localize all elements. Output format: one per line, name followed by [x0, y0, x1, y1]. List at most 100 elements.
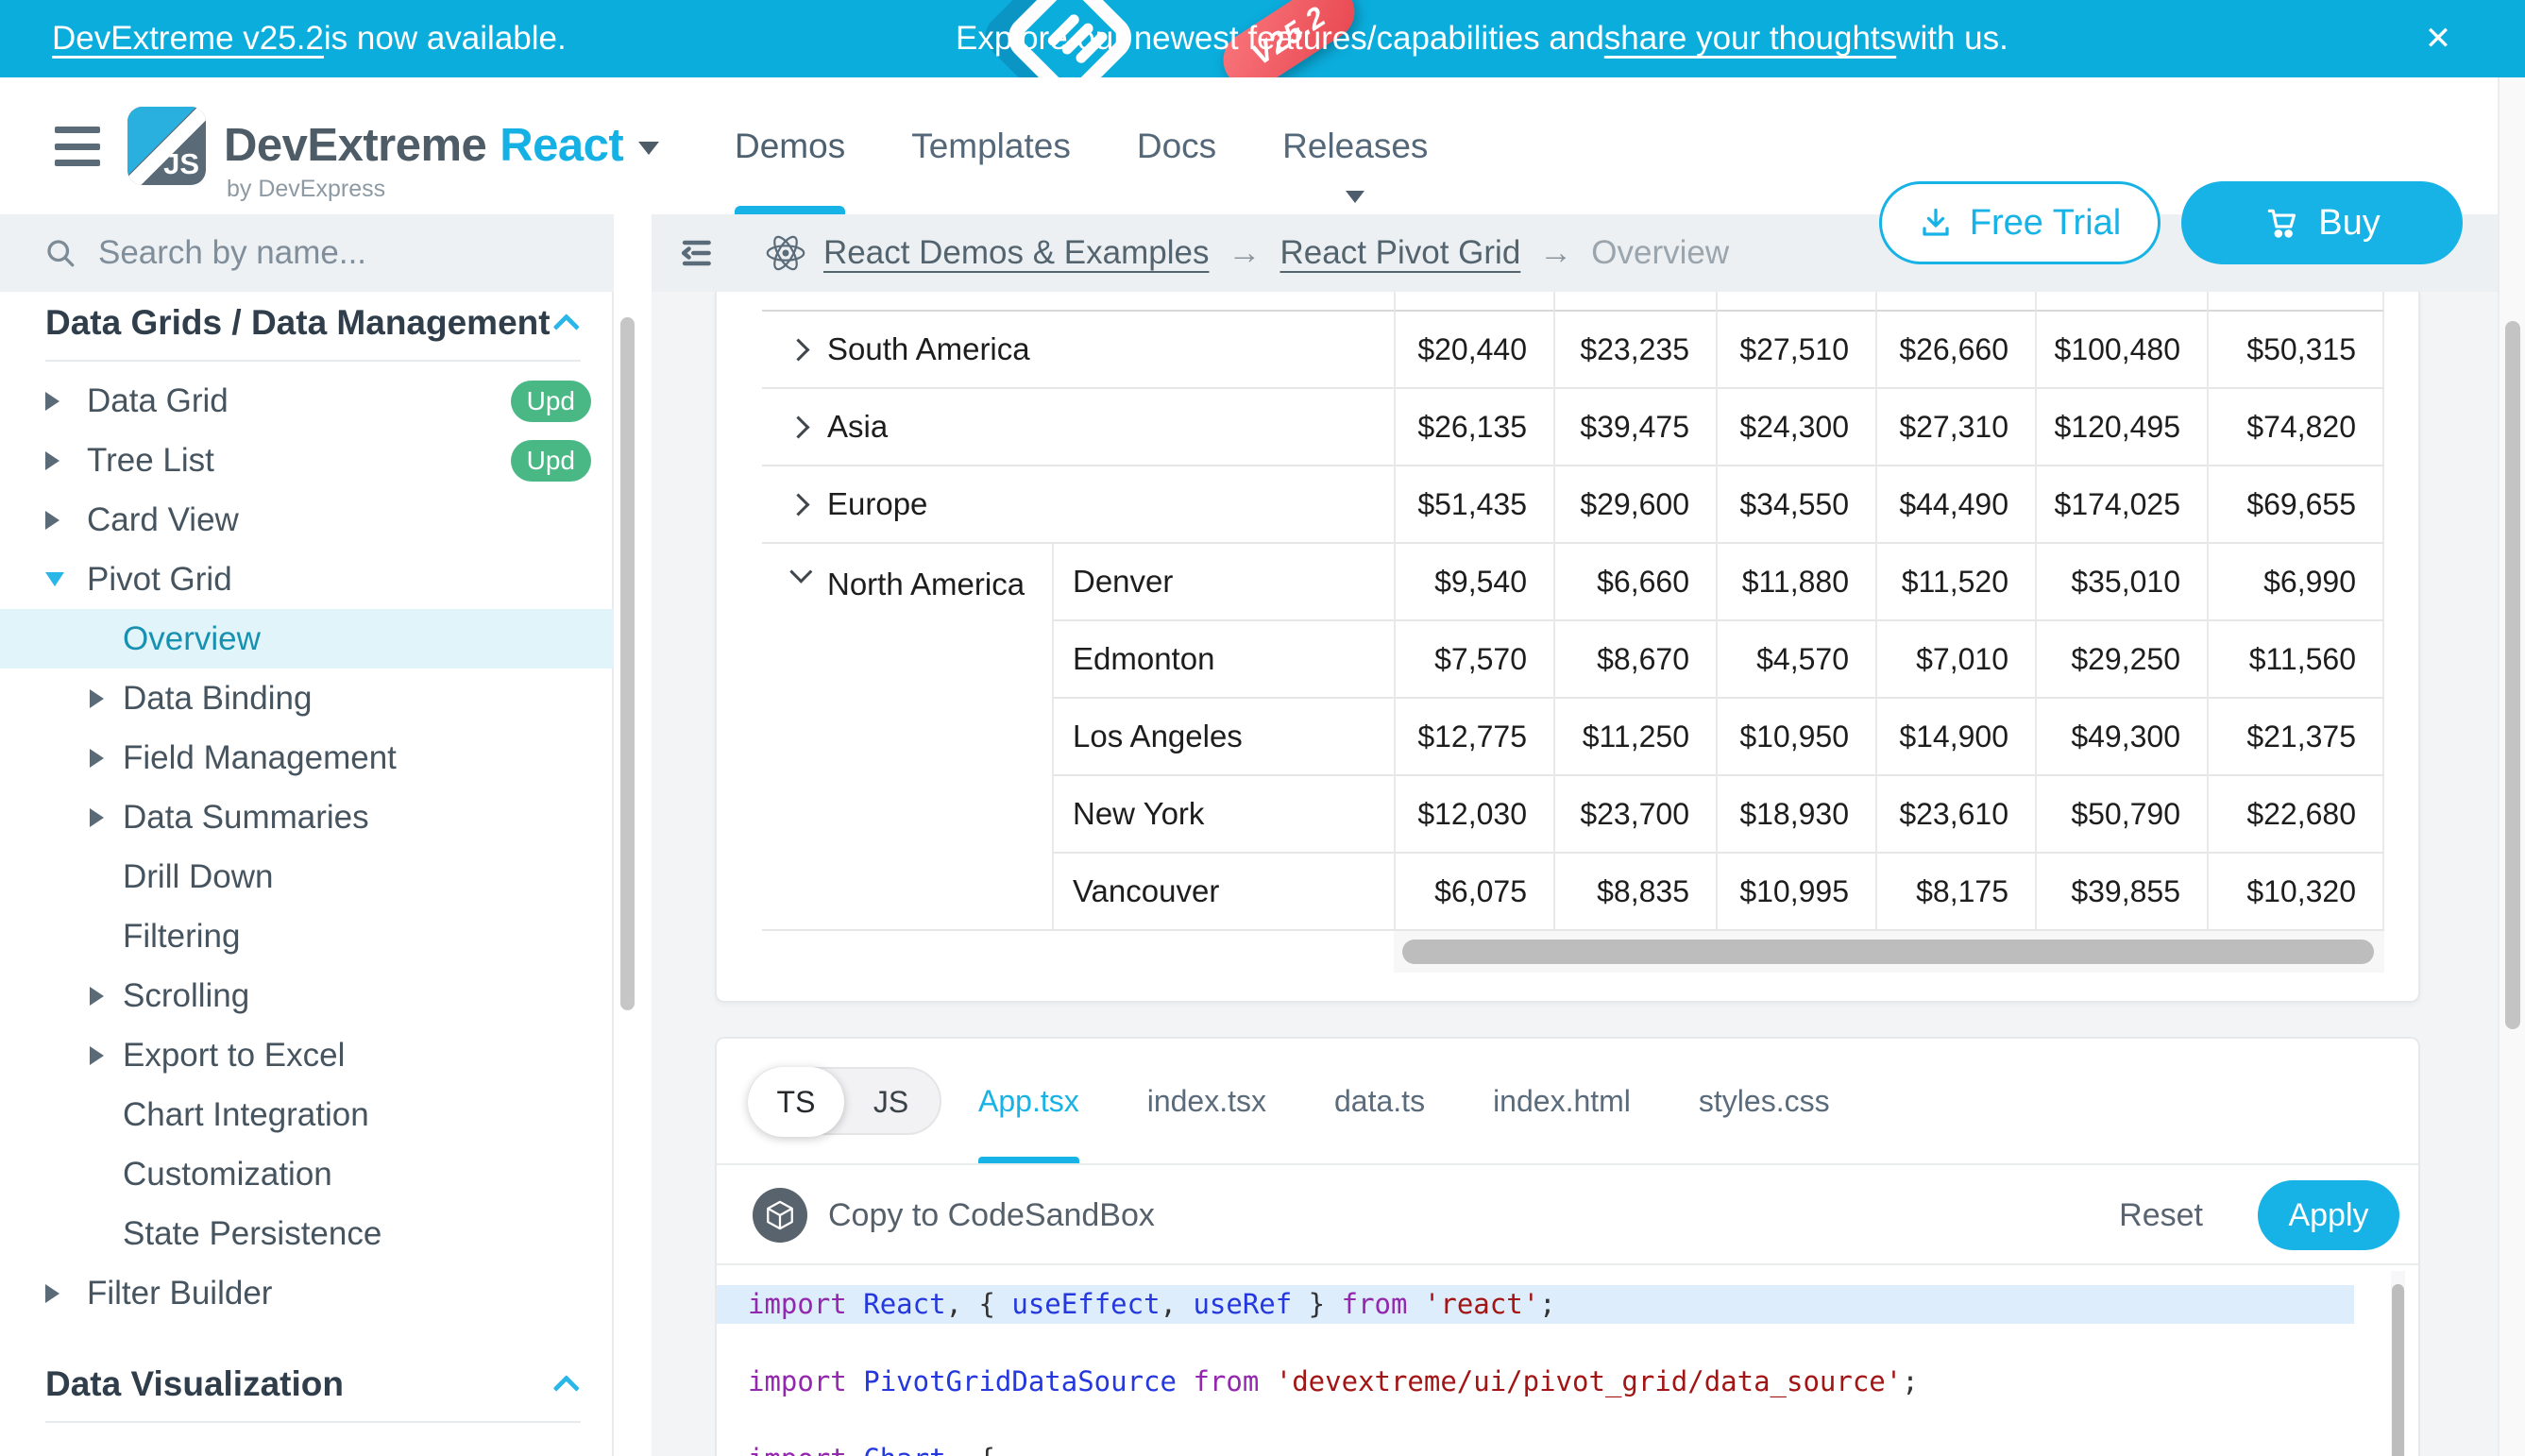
chevron-right-icon	[90, 987, 123, 1006]
close-icon[interactable]: ✕	[2410, 0, 2466, 77]
sidebar-item-state-persistence[interactable]: State Persistence	[0, 1204, 614, 1263]
breadcrumb-item-overview: Overview	[1591, 234, 1729, 272]
search-input[interactable]: Search by name...	[0, 214, 614, 292]
sidebar-item-tree-list[interactable]: Tree ListUpd	[0, 431, 614, 490]
collapse-chevron-icon[interactable]	[789, 561, 812, 584]
pivot-row-south-america[interactable]: South America	[762, 312, 1394, 389]
buy-button[interactable]: Buy	[2181, 181, 2463, 264]
sidebar-item-label: Data Grid	[87, 382, 229, 420]
nav-item-demos[interactable]: Demos	[735, 77, 845, 214]
code-panel: TS JS App.tsx index.tsx data.ts index.html s…	[715, 1037, 2420, 1456]
pivot-value-cell: $51,435	[1394, 466, 1553, 544]
pivot-row-label: South America	[827, 331, 1030, 367]
pivot-value-cell: $22,680	[2207, 776, 2384, 854]
pivot-row-los-angeles[interactable]: Los Angeles	[1052, 699, 1394, 776]
code-line: import PivotGridDataSource from 'devextr…	[717, 1363, 2354, 1401]
pivot-horizontal-scrollbar[interactable]	[1402, 940, 2374, 964]
language-toggle[interactable]: TS JS	[748, 1067, 941, 1135]
pivot-value-cell: $10,995	[1716, 854, 1875, 931]
tab-index-html[interactable]: index.html	[1493, 1039, 1631, 1163]
chevron-right-icon	[45, 1284, 87, 1303]
sidebar-item-pivot-grid[interactable]: Pivot Grid	[0, 550, 614, 609]
pivot-value-cell: $74,820	[2207, 389, 2384, 466]
page-scrollbar-track	[2498, 77, 2525, 1456]
pivot-row-vancouver[interactable]: Vancouver	[1052, 854, 1394, 931]
pivot-grid-demo-card: South America$20,440$23,235$27,510$26,66…	[715, 292, 2420, 1003]
devextreme-js-logo[interactable]: JS	[127, 107, 206, 185]
pivot-value-cell: $69,655	[2207, 466, 2384, 544]
platform-selector[interactable]: React	[500, 120, 623, 171]
sidebar-item-label: Data Binding	[123, 680, 312, 718]
code-token	[1259, 1365, 1275, 1397]
banner-text-after: is now available.	[324, 20, 567, 58]
codesandbox-icon[interactable]	[753, 1188, 807, 1243]
sidebar-scrollbar[interactable]	[620, 317, 635, 1010]
pivot-row-edmonton[interactable]: Edmonton	[1052, 621, 1394, 699]
sidebar: Search by name... Data Grids / Data Mana…	[0, 214, 614, 1456]
expand-chevron-icon[interactable]	[787, 415, 809, 438]
chevron-right-icon	[90, 749, 123, 768]
pivot-row-asia[interactable]: Asia	[762, 389, 1394, 466]
pivot-value-cell: $18,930	[1716, 776, 1875, 854]
sidebar-item-overview[interactable]: Overview	[0, 609, 614, 669]
hamburger-menu-icon[interactable]	[55, 127, 100, 166]
expand-chevron-icon[interactable]	[787, 338, 809, 361]
sidebar-section-data-grids-data-management[interactable]: Data Grids / Data Management	[0, 292, 614, 354]
nav-item-releases[interactable]: Releases	[1282, 77, 1428, 214]
reset-button[interactable]: Reset	[2119, 1197, 2203, 1234]
sidebar-section-data-visualization[interactable]: Data Visualization	[0, 1353, 614, 1415]
brand-title[interactable]: DevExtremeReact	[224, 119, 659, 172]
sidebar-item-label: State Persistence	[123, 1215, 381, 1253]
sidebar-item-data-binding[interactable]: Data Binding	[0, 669, 614, 728]
pivot-city-label: Vancouver	[1073, 873, 1219, 909]
sidebar-item-scrolling[interactable]: Scrolling	[0, 966, 614, 1025]
tab-data-ts[interactable]: data.ts	[1334, 1039, 1425, 1163]
tab-styles-css[interactable]: styles.css	[1699, 1039, 1830, 1163]
chevron-right-icon	[90, 808, 123, 827]
pivot-value-cell: $10,950	[1716, 699, 1875, 776]
file-tabs: App.tsx index.tsx data.ts index.html styles.…	[978, 1039, 1830, 1163]
sidebar-item-field-management[interactable]: Field Management	[0, 728, 614, 787]
breadcrumb-item-react-pivot-grid[interactable]: React Pivot Grid	[1279, 234, 1520, 272]
sidebar-item-export-to-excel[interactable]: Export to Excel	[0, 1025, 614, 1085]
free-trial-button[interactable]: Free Trial	[1879, 181, 2161, 264]
pivot-city-label: Edmonton	[1073, 641, 1214, 677]
apply-button[interactable]: Apply	[2258, 1180, 2399, 1250]
pivot-header-cell	[2035, 292, 2207, 312]
pivot-row-new-york[interactable]: New York	[1052, 776, 1394, 854]
pivot-header-spacer	[762, 292, 1394, 312]
share-thoughts-link[interactable]: share your thoughts	[1604, 20, 1896, 58]
collapse-sidebar-icon[interactable]	[669, 227, 721, 279]
pivot-value-cell: $14,900	[1875, 699, 2035, 776]
breadcrumb-item-react-demos-examples[interactable]: React Demos & Examples	[823, 234, 1209, 272]
sidebar-item-data-grid[interactable]: Data GridUpd	[0, 371, 614, 431]
code-scrollbar[interactable]	[2392, 1284, 2404, 1456]
tab-label: data.ts	[1334, 1084, 1425, 1119]
banner-version-link[interactable]: DevExtreme v25.2	[52, 20, 324, 58]
pivot-value-cell: $50,315	[2207, 312, 2384, 389]
sidebar-item-data-summaries[interactable]: Data Summaries	[0, 787, 614, 847]
language-toggle-js[interactable]: JS	[842, 1069, 940, 1135]
tab-app-tsx[interactable]: App.tsx	[978, 1039, 1079, 1163]
copy-to-codesandbox-button[interactable]: Copy to CodeSandBox	[828, 1197, 1155, 1234]
pivot-value-cell: $4,570	[1716, 621, 1875, 699]
pivot-row-denver[interactable]: Denver	[1052, 544, 1394, 621]
pivot-row-north-america[interactable]: North America	[762, 544, 1052, 931]
language-toggle-selected[interactable]: TS	[748, 1067, 844, 1137]
sidebar-item-label: Field Management	[123, 739, 397, 777]
sidebar-item-card-view[interactable]: Card View	[0, 490, 614, 550]
tab-index-tsx[interactable]: index.tsx	[1147, 1039, 1266, 1163]
sidebar-item-filter-builder[interactable]: Filter Builder	[0, 1263, 614, 1323]
sidebar-item-filtering[interactable]: Filtering	[0, 906, 614, 966]
sidebar-item-chart-integration[interactable]: Chart Integration	[0, 1085, 614, 1144]
pivot-row-europe[interactable]: Europe	[762, 466, 1394, 544]
sidebar-item-label: Drill Down	[123, 858, 273, 896]
page-scrollbar[interactable]	[2505, 321, 2520, 1029]
sidebar-item-label: Customization	[123, 1156, 332, 1194]
expand-chevron-icon[interactable]	[787, 493, 809, 516]
sidebar-item-label: Overview	[123, 620, 261, 658]
sidebar-item-customization[interactable]: Customization	[0, 1144, 614, 1204]
nav-item-templates[interactable]: Templates	[911, 77, 1071, 214]
nav-item-docs[interactable]: Docs	[1137, 77, 1216, 214]
sidebar-item-drill-down[interactable]: Drill Down	[0, 847, 614, 906]
